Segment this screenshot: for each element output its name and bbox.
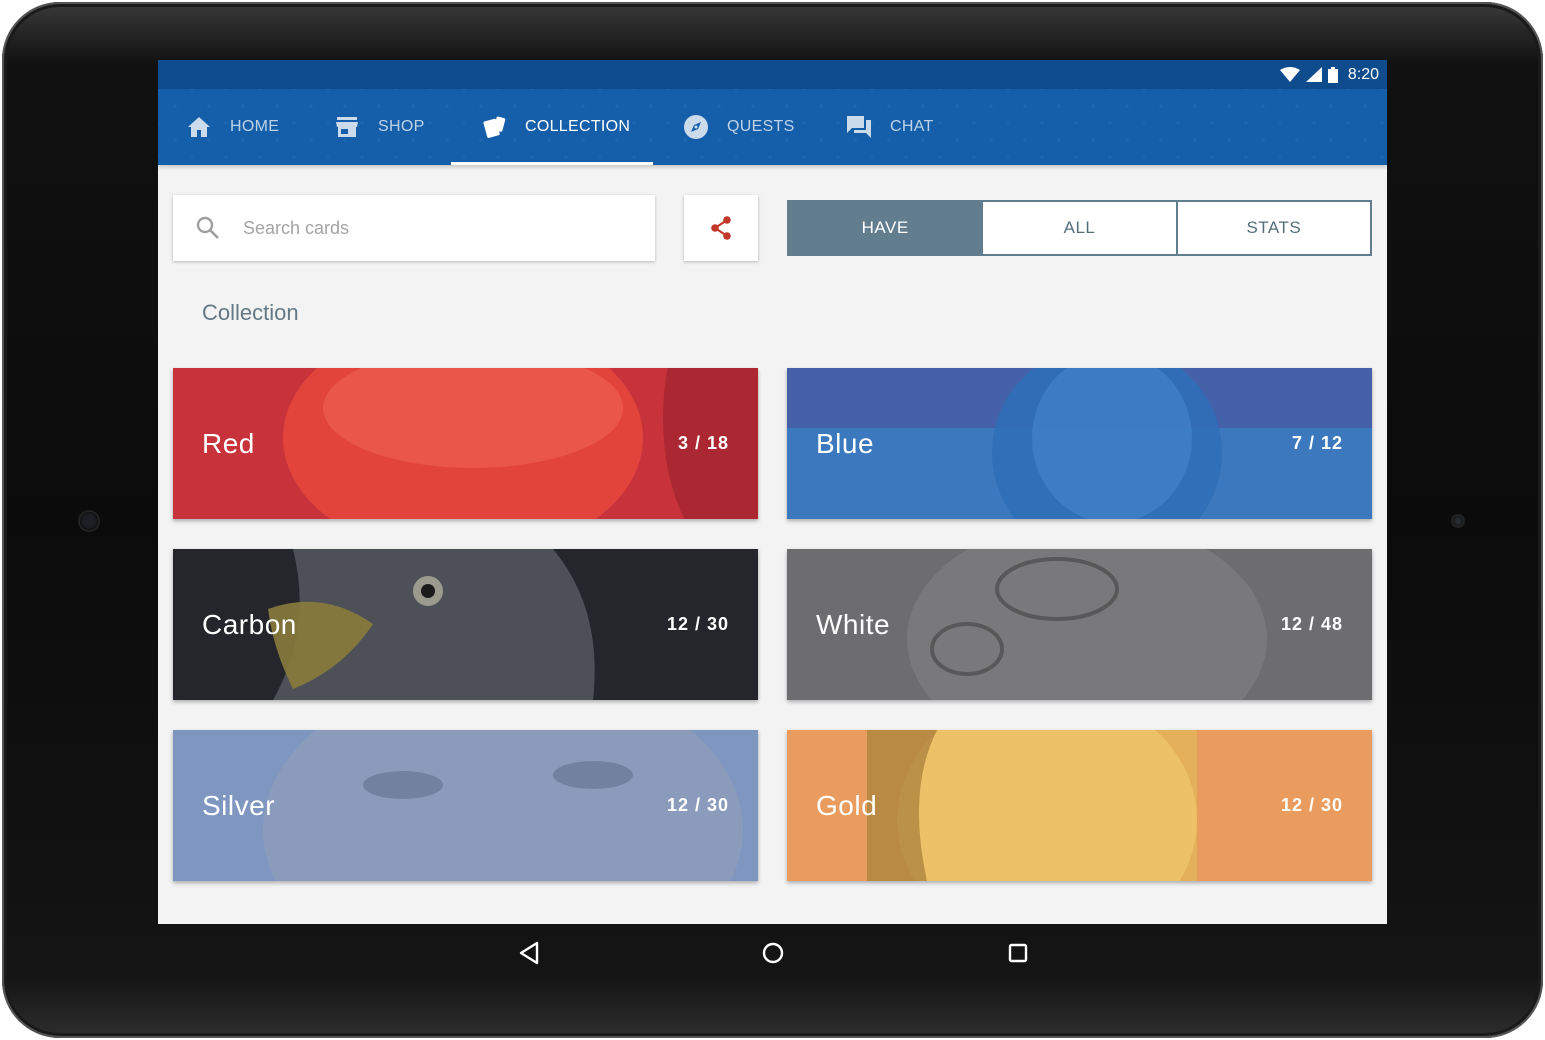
tab-quests-label: QUESTS [727, 118, 795, 135]
tab-quests[interactable]: QUESTS [683, 89, 795, 165]
back-icon[interactable] [517, 940, 543, 966]
collection-card-gold[interactable]: Gold 12 / 30 [787, 730, 1372, 881]
section-title: Collection [202, 300, 299, 325]
collection-card-red[interactable]: Red 3 / 18 [173, 368, 758, 519]
battery-icon [1327, 66, 1338, 83]
collection-card-blue[interactable]: Blue 7 / 12 [787, 368, 1372, 519]
collection-name: Red [202, 427, 255, 459]
tab-collection-label: COLLECTION [525, 118, 631, 135]
filter-segmented-control: HAVE ALL STATS [787, 200, 1372, 256]
status-time: 8:20 [1347, 65, 1379, 83]
front-camera [80, 512, 98, 530]
tab-bar: HOME SHOP COLLECTION QUESTS CHAT [158, 89, 1387, 165]
collection-count: 12 / 30 [666, 795, 729, 815]
cell-signal-icon [1305, 67, 1322, 82]
collection-count: 7 / 12 [1291, 433, 1343, 453]
tab-chat-label: CHAT [890, 118, 934, 135]
tab-shop[interactable]: SHOP [334, 89, 425, 165]
cards-icon [481, 114, 507, 140]
collection-name: Blue [816, 427, 875, 459]
chat-icon [846, 114, 872, 140]
tab-home-label: HOME [230, 118, 280, 135]
system-nav-bar [158, 924, 1387, 982]
app-screen: 8:20 HOME SHOP COLLECTION QUESTS CHAT Se… [158, 60, 1387, 924]
collection-count: 12 / 30 [666, 614, 729, 634]
filter-have-button[interactable]: HAVE [789, 202, 982, 254]
collection-count: 12 / 30 [1280, 795, 1343, 815]
collection-name: Silver [202, 789, 276, 821]
search-box[interactable] [173, 195, 655, 261]
filter-stats-button[interactable]: STATS [1175, 202, 1370, 254]
collection-name: Gold [816, 789, 878, 821]
wifi-icon [1279, 67, 1300, 82]
compass-icon [683, 114, 709, 140]
share-button[interactable] [684, 195, 758, 261]
filter-all-button[interactable]: ALL [981, 202, 1175, 254]
search-input[interactable] [241, 216, 625, 240]
card-portrait-image [283, 368, 758, 519]
tab-home[interactable]: HOME [186, 89, 279, 165]
light-sensor [1453, 516, 1463, 526]
status-bar: 8:20 [158, 60, 1387, 89]
tab-shop-label: SHOP [378, 118, 425, 135]
home-icon [186, 114, 212, 140]
card-portrait-image [787, 368, 1372, 519]
recents-icon[interactable] [1005, 940, 1031, 966]
share-icon [711, 216, 731, 240]
tab-chat[interactable]: CHAT [846, 89, 934, 165]
collection-count: 12 / 48 [1280, 614, 1343, 634]
home-circle-icon[interactable] [760, 940, 786, 966]
search-icon [196, 216, 219, 239]
collection-card-silver[interactable]: Silver 12 / 30 [173, 730, 758, 881]
collection-count: 3 / 18 [677, 433, 729, 453]
collection-name: Carbon [202, 608, 297, 640]
store-icon [334, 114, 360, 140]
collection-card-white[interactable]: White 12 / 48 [787, 549, 1372, 700]
active-tab-indicator [451, 162, 653, 165]
collection-card-carbon[interactable]: Carbon 12 / 30 [173, 549, 758, 700]
collection-name: White [816, 608, 891, 640]
tab-collection[interactable]: COLLECTION [481, 89, 630, 165]
